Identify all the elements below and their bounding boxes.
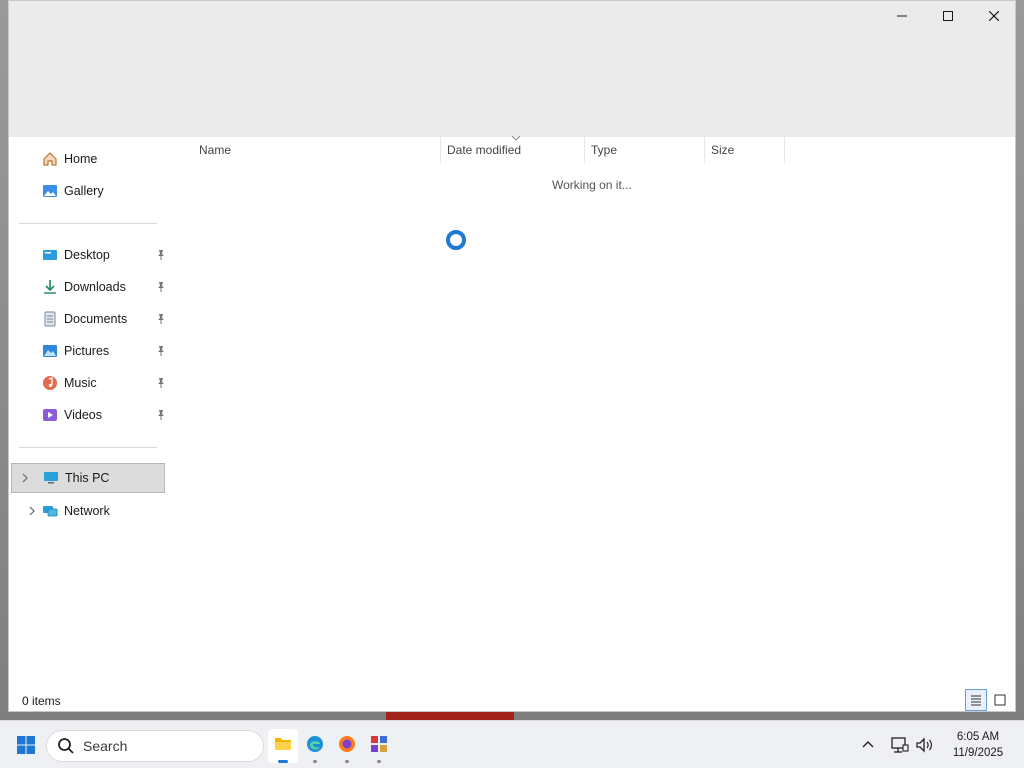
nav-label: Desktop [64, 248, 110, 262]
nav-item-downloads[interactable]: Downloads [19, 273, 165, 301]
clock-date: 11/9/2025 [952, 747, 1004, 759]
nav-item-gallery[interactable]: Gallery [19, 177, 165, 205]
pin-icon [158, 282, 164, 292]
pin-icon [158, 250, 164, 260]
nav-item-this-pc[interactable]: This PC [11, 463, 165, 493]
pin-icon [158, 410, 164, 420]
file-explorer-icon [275, 738, 291, 750]
file-explorer-window: Home Gallery Desktop Downloads Documents… [8, 0, 1016, 712]
column-header-type[interactable]: Type [585, 137, 705, 163]
running-indicator [313, 760, 317, 763]
clock-time: 6:05 AM [956, 731, 1000, 743]
loading-spinner-icon [446, 230, 466, 250]
taskbar-firefox[interactable] [332, 729, 362, 763]
edge-icon [307, 736, 323, 752]
pictures-icon [41, 342, 59, 360]
firefox-icon [339, 736, 355, 752]
nav-label: Network [64, 504, 110, 518]
nav-item-pictures[interactable]: Pictures [19, 337, 165, 365]
documents-icon [41, 310, 59, 328]
nav-label: Pictures [64, 344, 110, 358]
column-header-date-modified[interactable]: Date modified [441, 137, 585, 163]
nav-label: Videos [64, 408, 102, 422]
column-header-name[interactable]: Name [193, 137, 441, 163]
minimize-button[interactable] [879, 1, 925, 31]
details-view-button[interactable] [965, 689, 987, 711]
nav-item-documents[interactable]: Documents [19, 305, 165, 333]
item-count: 0 items [22, 694, 61, 708]
network-status-icon[interactable] [890, 735, 910, 755]
tiles-view-icon [994, 694, 1006, 706]
active-indicator [278, 760, 288, 763]
home-icon [41, 150, 59, 168]
minimize-icon [897, 15, 907, 17]
pin-icon [158, 314, 164, 324]
show-hidden-icons-chevron-icon[interactable] [860, 737, 876, 753]
column-header-row: Name Date modified Type Size [173, 135, 793, 163]
search-placeholder: Search [83, 738, 128, 754]
status-bar: 0 items [9, 685, 1015, 713]
taskbar-file-explorer[interactable] [268, 729, 298, 763]
chevron-right-icon[interactable] [27, 506, 37, 516]
nav-label: Gallery [64, 184, 104, 198]
maximize-icon [943, 11, 953, 21]
tiles-view-button[interactable] [989, 689, 1011, 711]
start-button[interactable] [16, 735, 36, 755]
nav-item-videos[interactable]: Videos [19, 401, 165, 429]
system-clock[interactable]: 6:05 AM 11/9/2025 [944, 729, 1012, 761]
nav-label: Music [64, 376, 97, 390]
search-icon [58, 738, 74, 754]
desktop-folder-icon [41, 246, 59, 264]
close-button[interactable] [971, 1, 1017, 31]
volume-icon[interactable] [914, 735, 934, 755]
nav-item-home[interactable]: Home [19, 145, 165, 173]
running-indicator [377, 760, 381, 763]
taskbar-search-box[interactable]: Search [46, 730, 264, 762]
nav-item-network[interactable]: Network [19, 497, 165, 525]
nav-item-music[interactable]: Music [19, 369, 165, 397]
loading-message: Working on it... [552, 178, 632, 192]
nav-label: Home [64, 152, 98, 166]
nav-divider [19, 447, 157, 448]
pin-icon [158, 378, 164, 388]
pin-icon [158, 346, 164, 356]
nav-label: This PC [65, 471, 110, 485]
column-header-size[interactable]: Size [705, 137, 785, 163]
taskbar-app[interactable] [364, 729, 394, 763]
close-icon [989, 11, 999, 21]
gallery-icon [41, 182, 59, 200]
chevron-right-icon[interactable] [20, 473, 30, 483]
music-icon [41, 374, 59, 392]
videos-icon [41, 406, 59, 424]
network-icon [41, 502, 59, 520]
this-pc-icon [42, 469, 60, 487]
taskbar-edge[interactable] [300, 729, 330, 763]
navigation-pane: Home Gallery Desktop Downloads Documents… [9, 137, 173, 685]
maximize-button[interactable] [925, 1, 971, 31]
running-indicator [345, 760, 349, 763]
title-bar[interactable] [9, 1, 1015, 137]
details-view-icon [971, 695, 981, 706]
nav-label: Downloads [64, 280, 126, 294]
nav-divider [19, 223, 157, 224]
app-icon [371, 736, 387, 752]
nav-item-desktop[interactable]: Desktop [19, 241, 165, 269]
downloads-icon [41, 278, 59, 296]
taskbar: Search 6:05 AM 11/9/2025 [0, 720, 1024, 768]
nav-label: Documents [64, 312, 128, 326]
